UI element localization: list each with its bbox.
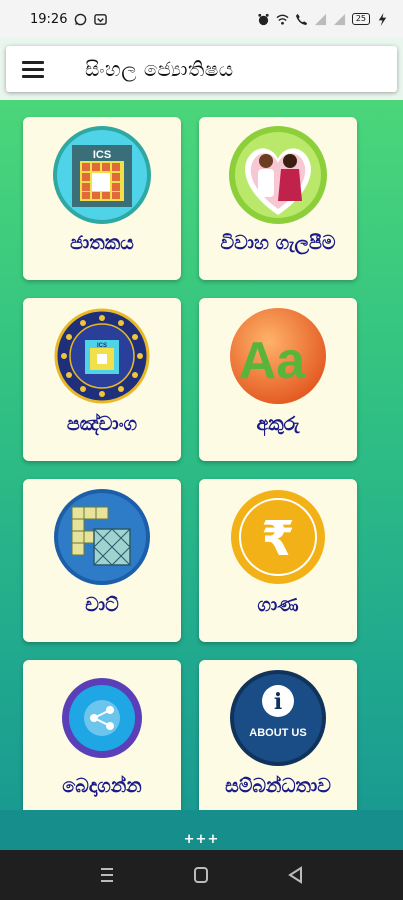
- marriage-couple-icon: [229, 126, 327, 224]
- rupee-icon: ₹: [231, 490, 325, 584]
- tile-letters[interactable]: Aa අකුරු: [199, 298, 357, 461]
- tile-panchanga[interactable]: ICS පඤ්චාංග: [23, 298, 181, 461]
- ics-chart-icon: ICS: [53, 126, 151, 224]
- letter-a-large: Aa: [239, 332, 307, 390]
- system-nav-bar: [0, 850, 403, 900]
- home-icon[interactable]: [189, 865, 213, 885]
- letters-aa-icon: Aa: [230, 308, 326, 404]
- tile-label: ජාතකය: [70, 232, 134, 254]
- ics-badge: ICS: [93, 149, 111, 161]
- recent-apps-icon[interactable]: [95, 865, 119, 885]
- tile-label: විවාහ ගැලපීම: [220, 232, 336, 254]
- appbar-container: සිංහල ජ්‍යොතිෂය: [0, 38, 403, 100]
- tile-contact[interactable]: i ABOUT US සම්බන්ධතාව: [199, 660, 357, 810]
- app-title: සිංහල ජ්‍යොතිෂය: [85, 57, 234, 81]
- tile-label: චාට්: [85, 594, 119, 616]
- battery-level: 25: [355, 14, 366, 23]
- svg-text:i: i: [274, 689, 282, 715]
- tile-label: පඤ්චාංග: [66, 413, 138, 435]
- main-grid: ICS ජාතකය විවාහ ගැලපීම ICS පඤ්චාංග Aa අක…: [0, 100, 403, 810]
- back-icon[interactable]: [284, 865, 308, 885]
- wifi-icon: [276, 14, 289, 25]
- app-bar: සිංහල ජ්‍යොතිෂය: [6, 46, 397, 92]
- tile-label: බෙදාගන්න: [62, 775, 142, 797]
- tile-label: ගාණ: [257, 594, 299, 616]
- zodiac-wheel-icon: ICS: [54, 308, 150, 404]
- notification-icon: [94, 13, 108, 25]
- battery-icon: 25: [351, 13, 370, 25]
- about-us-text: ABOUT US: [249, 727, 306, 739]
- call-icon: [295, 13, 307, 25]
- tile-horoscope[interactable]: ICS ජාතකය: [23, 117, 181, 280]
- footer-strip: +++: [0, 810, 403, 850]
- tile-share[interactable]: බෙදාගන්න: [23, 660, 181, 810]
- status-time: 19:26: [30, 11, 68, 27]
- more-button[interactable]: +++: [0, 832, 403, 847]
- share-icon: [62, 678, 142, 758]
- about-us-icon: i ABOUT US: [230, 670, 326, 766]
- tile-marriage-match[interactable]: විවාහ ගැලපීම: [199, 117, 357, 280]
- charging-icon: [378, 12, 387, 26]
- whatsapp-icon: [75, 13, 87, 25]
- chart-grid-icon: [54, 489, 150, 585]
- tile-label: සම්බන්ධතාව: [225, 775, 331, 797]
- signal-icon: [314, 13, 326, 25]
- tile-chart[interactable]: චාට්: [23, 479, 181, 642]
- tile-pricing[interactable]: ₹ ගාණ: [199, 479, 357, 642]
- ics-badge: ICS: [97, 343, 107, 349]
- alarm-icon: [258, 13, 269, 25]
- tile-label: අකුරු: [256, 413, 300, 435]
- status-bar: 19:26 25: [0, 0, 403, 38]
- signal-icon-2: [333, 13, 345, 25]
- rupee-symbol: ₹: [261, 511, 294, 567]
- menu-icon[interactable]: [22, 59, 48, 79]
